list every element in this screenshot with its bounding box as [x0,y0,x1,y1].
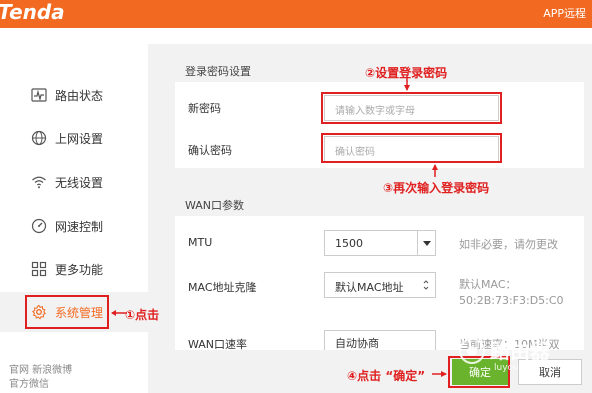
annotation-step4: ④点击 “确定” [347,369,426,383]
watermark-subtext: luyouqi.com [494,363,550,373]
annotation-step3: ③再次输入登录密码 [383,181,490,195]
annotation-step2: ②设置登录密码 [365,66,448,80]
watermark-text: 路由器 [490,339,550,363]
arrowhead-step1 [111,310,116,316]
arrowhead-step4 [441,371,447,377]
arrowhead-step3 [432,164,438,170]
annotation-step1: ①点击 [125,308,160,322]
arrowhead-step2 [404,85,410,91]
watermark-logo: 路由器 luyouqi.com [456,331,576,379]
